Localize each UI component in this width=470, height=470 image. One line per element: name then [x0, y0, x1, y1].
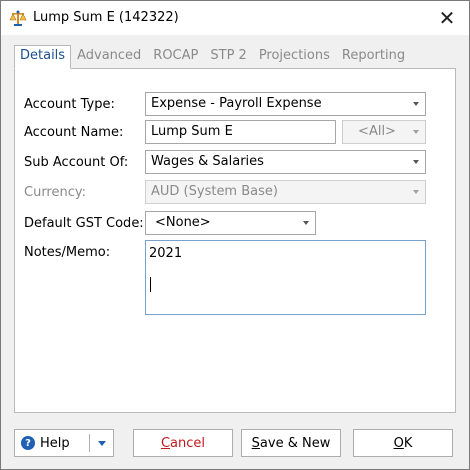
cancel-button[interactable]: Cancel: [133, 429, 233, 457]
dialog-footer: ? Help Cancel Save & New OK: [1, 416, 469, 469]
account-type-label: Account Type:: [24, 97, 115, 112]
chevron-down-icon: [413, 190, 419, 194]
gst-code-value: <None>: [155, 215, 211, 230]
gst-code-select[interactable]: <None>: [145, 211, 316, 235]
sub-account-value: Wages & Salaries: [151, 154, 264, 169]
ok-mnemonic: O: [393, 435, 404, 451]
account-type-select[interactable]: Expense - Payroll Expense: [145, 92, 426, 116]
save-new-mnemonic: S: [251, 435, 260, 451]
account-name-input[interactable]: Lump Sum E: [145, 120, 336, 144]
chevron-down-icon: [413, 130, 419, 134]
tab-reporting[interactable]: Reporting: [336, 45, 411, 69]
sub-account-label: Sub Account Of:: [24, 155, 129, 170]
account-scope-value: <All>: [358, 124, 396, 139]
chevron-down-icon: [413, 102, 419, 106]
gst-code-label: Default GST Code:: [24, 216, 144, 231]
window-title: Lump Sum E (142322): [33, 10, 179, 25]
currency-value: AUD (System Base): [151, 184, 278, 199]
currency-label: Currency:: [24, 185, 87, 200]
chevron-down-icon: [413, 160, 419, 164]
close-button[interactable]: ✕: [425, 1, 469, 35]
dialog-window: Lump Sum E (142322) ✕ Details Advanced R…: [0, 0, 470, 470]
save-new-button[interactable]: Save & New: [241, 429, 341, 457]
currency-select: AUD (System Base): [145, 180, 426, 204]
ok-button[interactable]: OK: [353, 429, 453, 457]
notes-memo-label: Notes/Memo:: [24, 245, 111, 260]
tab-advanced[interactable]: Advanced: [71, 45, 147, 69]
help-dropdown-button[interactable]: [90, 430, 114, 456]
tab-strip: Details Advanced ROCAP STP 2 Projections…: [14, 45, 411, 69]
tab-projections[interactable]: Projections: [253, 45, 336, 69]
account-name-label: Account Name:: [24, 125, 124, 140]
save-new-label-rest: ave & New: [259, 435, 331, 451]
ok-label-rest: K: [403, 435, 413, 451]
help-label: Help: [40, 435, 70, 451]
account-scope-select[interactable]: <All>: [342, 120, 426, 144]
text-caret: [150, 277, 151, 292]
sub-account-select[interactable]: Wages & Salaries: [145, 150, 426, 174]
close-icon: ✕: [438, 6, 456, 30]
details-panel: Account Type: Expense - Payroll Expense …: [14, 68, 456, 413]
chevron-down-icon: [303, 221, 309, 225]
notes-memo-value: 2021: [149, 246, 183, 261]
help-split-button: ? Help: [14, 429, 114, 457]
tab-rocap[interactable]: ROCAP: [147, 45, 204, 69]
account-type-value: Expense - Payroll Expense: [151, 96, 322, 111]
title-bar: Lump Sum E (142322) ✕: [1, 1, 469, 35]
tab-stp2[interactable]: STP 2: [204, 45, 252, 69]
cancel-mnemonic: C: [160, 435, 171, 451]
notes-memo-textarea[interactable]: 2021: [145, 240, 426, 315]
scales-icon: [9, 9, 27, 27]
caret-down-icon: [98, 440, 106, 446]
tab-details[interactable]: Details: [14, 45, 72, 69]
cancel-label-rest: ancel: [170, 435, 206, 451]
help-button[interactable]: ? Help: [15, 430, 89, 456]
help-icon: ?: [21, 436, 35, 450]
